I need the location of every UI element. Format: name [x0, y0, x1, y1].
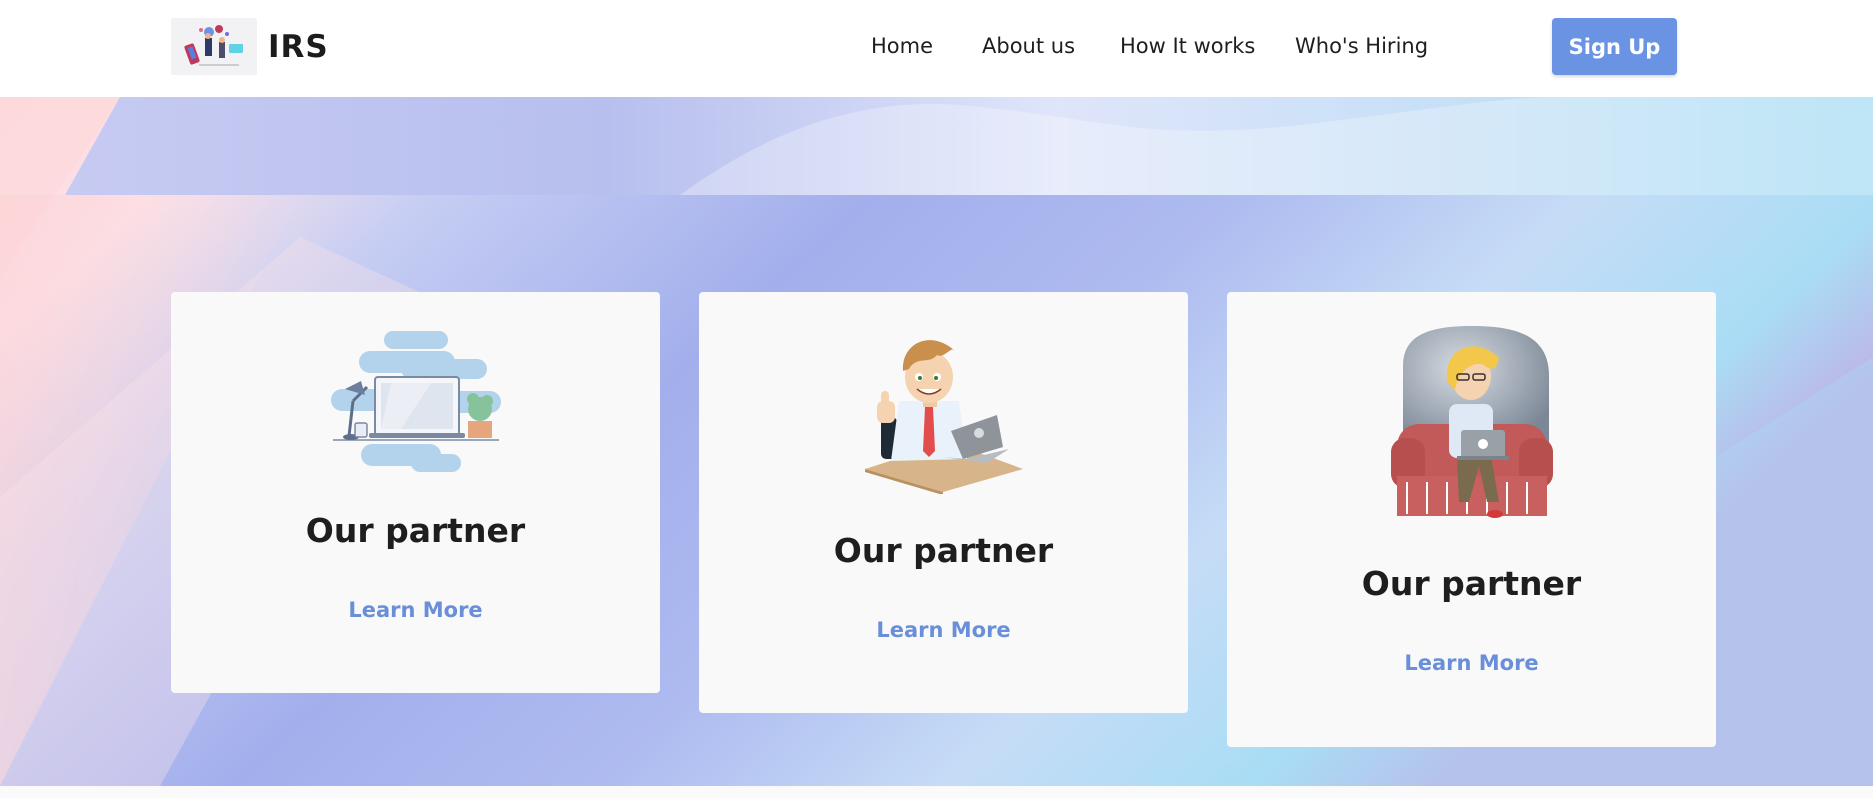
- partner-learn-more-link[interactable]: Learn More: [699, 618, 1188, 642]
- navbar: IRS Home About us How It works Who's Hir…: [0, 0, 1873, 97]
- nav-link-about-us[interactable]: About us: [982, 34, 1075, 58]
- nav-link-whos-hiring[interactable]: Who's Hiring: [1295, 34, 1428, 58]
- footer-strip: [0, 786, 1873, 798]
- partner-card-2: Our partner Learn More: [699, 292, 1188, 713]
- partner-learn-more-link[interactable]: Learn More: [1227, 651, 1716, 675]
- partner-card-title: Our partner: [305, 511, 526, 550]
- nav-link-home[interactable]: Home: [871, 34, 933, 58]
- partner-card-3: Our partner Learn More: [1227, 292, 1716, 747]
- sign-up-button[interactable]: Sign Up: [1552, 18, 1677, 75]
- workspace-laptop-illustration: [171, 329, 660, 474]
- partner-card-title: Our partner: [833, 531, 1054, 570]
- partner-card-1: Our partner Learn More: [171, 292, 660, 693]
- partners-section: Our partner Learn More Our partner Learn…: [0, 97, 1873, 786]
- partner-card-title: Our partner: [1361, 564, 1582, 603]
- woman-armchair-laptop-illustration: [1227, 326, 1716, 522]
- businessman-laptop-thumbs-up-illustration: [699, 329, 1188, 494]
- nav-link-how-it-works[interactable]: How It works: [1120, 34, 1255, 58]
- partner-learn-more-link[interactable]: Learn More: [171, 598, 660, 622]
